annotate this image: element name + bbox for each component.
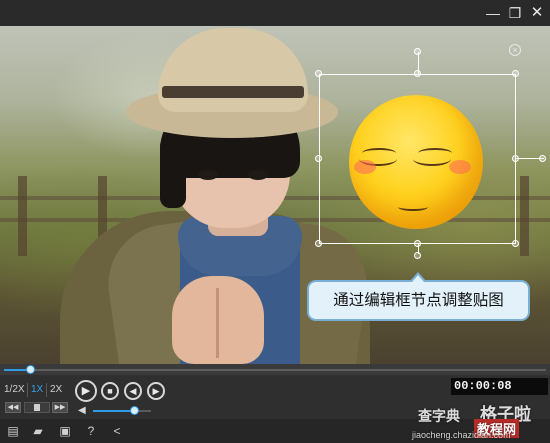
open-file-icon[interactable]: ▤ [5,423,21,439]
corner-handle-top-left[interactable] [315,70,322,77]
edge-handle-left[interactable] [315,155,322,162]
child-eye [248,170,268,180]
speed-double-button[interactable]: 2X [50,384,62,395]
child-hair [160,136,186,208]
title-bar: — ❐ ✕ [0,0,550,26]
share-icon[interactable]: < [109,423,125,439]
corner-handle-top-right[interactable] [512,70,519,77]
sticker-edit-frame[interactable] [319,74,516,244]
watermark-url: jiaocheng.chazidian.com [412,430,511,440]
hat-band [162,86,304,98]
remove-sticker-icon[interactable]: × [509,44,521,56]
corner-handle-bottom-left[interactable] [315,240,322,247]
frame-back-icon[interactable]: ◀◀ [5,402,21,413]
tip-callout: 通过编辑框节点调整贴图 [307,280,530,321]
hat-crown [158,28,308,112]
seek-track[interactable] [4,369,546,371]
callout-tail [412,275,424,282]
speed-separator [27,383,28,397]
close-icon[interactable]: ✕ [527,3,547,23]
resize-handle[interactable] [539,155,546,162]
next-icon[interactable]: ▶ [147,382,165,400]
corner-handle-bottom-right[interactable] [512,240,519,247]
child-hands [216,288,219,358]
watermark-text: 查字典 [418,408,460,424]
seek-thumb[interactable] [26,365,35,374]
volume-level [93,410,135,412]
fence-post [520,176,529,256]
volume-icon[interactable]: ◀ [78,405,86,416]
minimize-icon[interactable]: — [483,3,503,23]
restore-icon[interactable]: ❐ [505,3,525,23]
previous-icon[interactable]: ◀ [124,382,142,400]
folder-icon[interactable]: ▰ [30,423,46,439]
resize-handle[interactable] [414,252,421,259]
frame-forward-icon[interactable]: ▶▶ [52,402,68,413]
rotate-handle[interactable] [414,48,421,55]
playback-controls: 1/2X 1X 2X ▶ ■ ◀ ▶ ◀◀ ▶▶ ◀ 00:00:08 [0,375,550,419]
volume-thumb[interactable] [130,406,139,415]
edge-handle-bottom[interactable] [414,240,421,247]
speed-normal-button[interactable]: 1X [31,384,43,395]
seek-bar[interactable] [0,364,550,375]
child-eye [198,170,218,180]
stop-icon[interactable]: ■ [101,382,119,400]
photo-editor-window: — ❐ ✕ × 通过编辑框节点调整贴图 1/2X 1X 2X ▶ ■ ◀ ▶ ◀… [0,0,550,443]
edge-handle-top[interactable] [414,70,421,77]
speed-separator [46,383,47,397]
frame-step-thumb[interactable] [34,404,40,411]
play-icon[interactable]: ▶ [75,380,97,402]
save-icon[interactable]: ▣ [57,423,73,439]
edge-handle-right[interactable] [512,155,519,162]
fence-post [18,176,27,256]
help-icon[interactable]: ? [83,423,99,439]
timecode-display: 00:00:08 [451,378,548,395]
speed-half-button[interactable]: 1/2X [4,384,25,395]
